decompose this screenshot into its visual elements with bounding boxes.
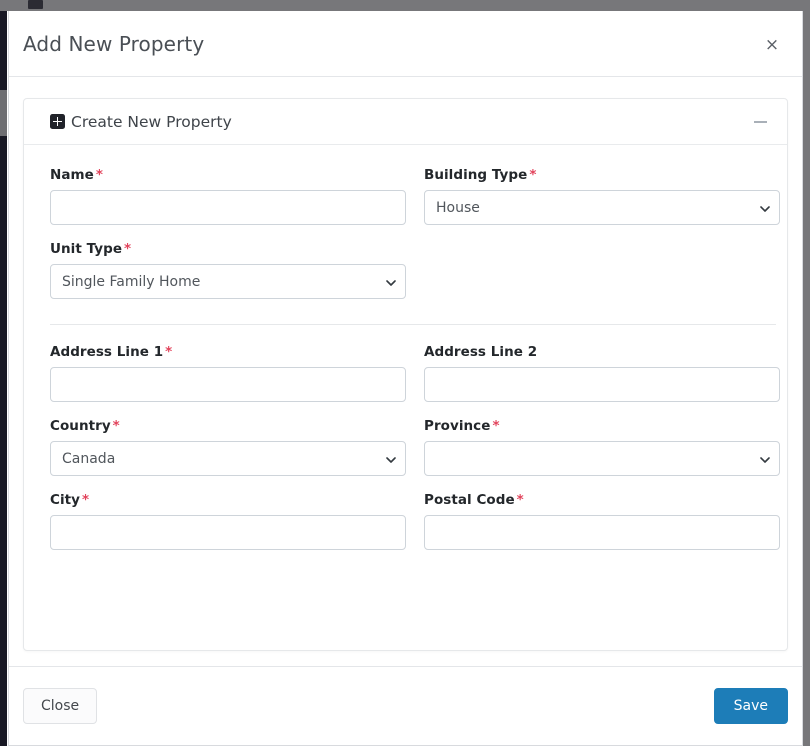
field-city: City * (50, 492, 406, 550)
name-input[interactable] (50, 190, 406, 225)
required-marker: * (82, 492, 90, 508)
chevron-down-icon (386, 279, 396, 286)
field-label-name: Name * (50, 167, 406, 183)
label-text: Name (50, 167, 94, 183)
field-address-line-2: Address Line 2 (424, 344, 780, 402)
page-title: Add New Property (23, 31, 205, 56)
modal-footer: Close Save (9, 666, 802, 745)
label-text: City (50, 492, 80, 508)
building-type-select[interactable]: House (424, 190, 780, 225)
background-sidebar-active-item (0, 90, 7, 136)
label-text: Postal Code (424, 492, 515, 508)
field-label-postal-code: Postal Code * (424, 492, 780, 508)
form-col-left: Country * Canada (50, 418, 406, 490)
country-value: Canada (62, 450, 116, 467)
field-postal-code: Postal Code * (424, 492, 780, 550)
form-row: Unit Type * Single Family Home (50, 241, 761, 313)
save-button[interactable]: Save (713, 688, 788, 724)
label-text: Province (424, 418, 491, 434)
field-address-line-1: Address Line 1 * (50, 344, 406, 402)
card-title: Create New Property (71, 112, 232, 131)
field-country: Country * Canada (50, 418, 406, 476)
create-new-property-card: Create New Property Name * Building Type * (23, 98, 788, 651)
background-topbar (0, 0, 810, 11)
field-label-province: Province * (424, 418, 780, 434)
required-marker: * (95, 167, 103, 183)
field-name: Name * (50, 167, 406, 225)
background-right-edge (803, 11, 810, 746)
required-marker: * (492, 418, 500, 434)
chevron-down-icon (386, 456, 396, 463)
modal-body: Create New Property Name * Building Type * (9, 77, 802, 666)
required-marker: * (516, 492, 524, 508)
label-text: Address Line 1 (50, 344, 164, 360)
form-col-right: Address Line 2 (424, 344, 780, 416)
building-type-value: House (436, 199, 480, 216)
address-line-2-input[interactable] (424, 367, 780, 402)
form-col-left: Unit Type * Single Family Home (50, 241, 406, 313)
close-button[interactable]: Close (23, 688, 98, 724)
form-col-right: Building Type * House (424, 167, 780, 239)
field-label-address-line-2: Address Line 2 (424, 344, 780, 360)
card-header: Create New Property (24, 99, 787, 145)
field-label-address-line-1: Address Line 1 * (50, 344, 406, 360)
label-text: Building Type (424, 167, 528, 183)
field-building-type: Building Type * House (424, 167, 780, 225)
plus-square-icon (50, 114, 65, 129)
chevron-down-icon (760, 205, 770, 212)
form-col-right: Postal Code * (424, 492, 780, 564)
province-select[interactable] (424, 441, 780, 476)
required-marker: * (165, 344, 173, 360)
label-text: Unit Type (50, 241, 123, 257)
required-marker: * (124, 241, 132, 257)
unit-type-select[interactable]: Single Family Home (50, 264, 406, 299)
form-row: City * Postal Code * (50, 492, 780, 564)
hamburger-menu-icon[interactable] (28, 0, 43, 9)
form-col-left: City * (50, 492, 406, 564)
chevron-down-icon (760, 456, 770, 463)
required-marker: * (112, 418, 120, 434)
form-col-right: Province * (424, 418, 780, 490)
modal-header: Add New Property × (9, 11, 802, 77)
country-select[interactable]: Canada (50, 441, 406, 476)
minus-icon[interactable] (754, 120, 767, 123)
required-marker: * (529, 167, 537, 183)
field-label-city: City * (50, 492, 406, 508)
form-row: Address Line 1 * Address Line 2 (50, 344, 780, 416)
field-province: Province * (424, 418, 780, 476)
form-row: Country * Canada Province * (50, 418, 780, 490)
field-unit-type: Unit Type * Single Family Home (50, 241, 406, 299)
section-divider (50, 324, 776, 325)
field-label-country: Country * (50, 418, 406, 434)
address-line-1-input[interactable] (50, 367, 406, 402)
close-icon[interactable]: × (762, 35, 782, 55)
unit-type-value: Single Family Home (62, 273, 201, 290)
add-new-property-modal: Add New Property × Create New Property N… (8, 11, 803, 746)
form-col-left: Name * (50, 167, 406, 239)
label-text: Address Line 2 (424, 344, 538, 360)
form-col-left: Address Line 1 * (50, 344, 406, 416)
postal-code-input[interactable] (424, 515, 780, 550)
field-label-unit-type: Unit Type * (50, 241, 406, 257)
city-input[interactable] (50, 515, 406, 550)
property-form: Name * Building Type * House Unit Type *… (24, 145, 787, 650)
label-text: Country (50, 418, 111, 434)
form-row: Name * Building Type * House (50, 167, 780, 239)
field-label-building-type: Building Type * (424, 167, 780, 183)
